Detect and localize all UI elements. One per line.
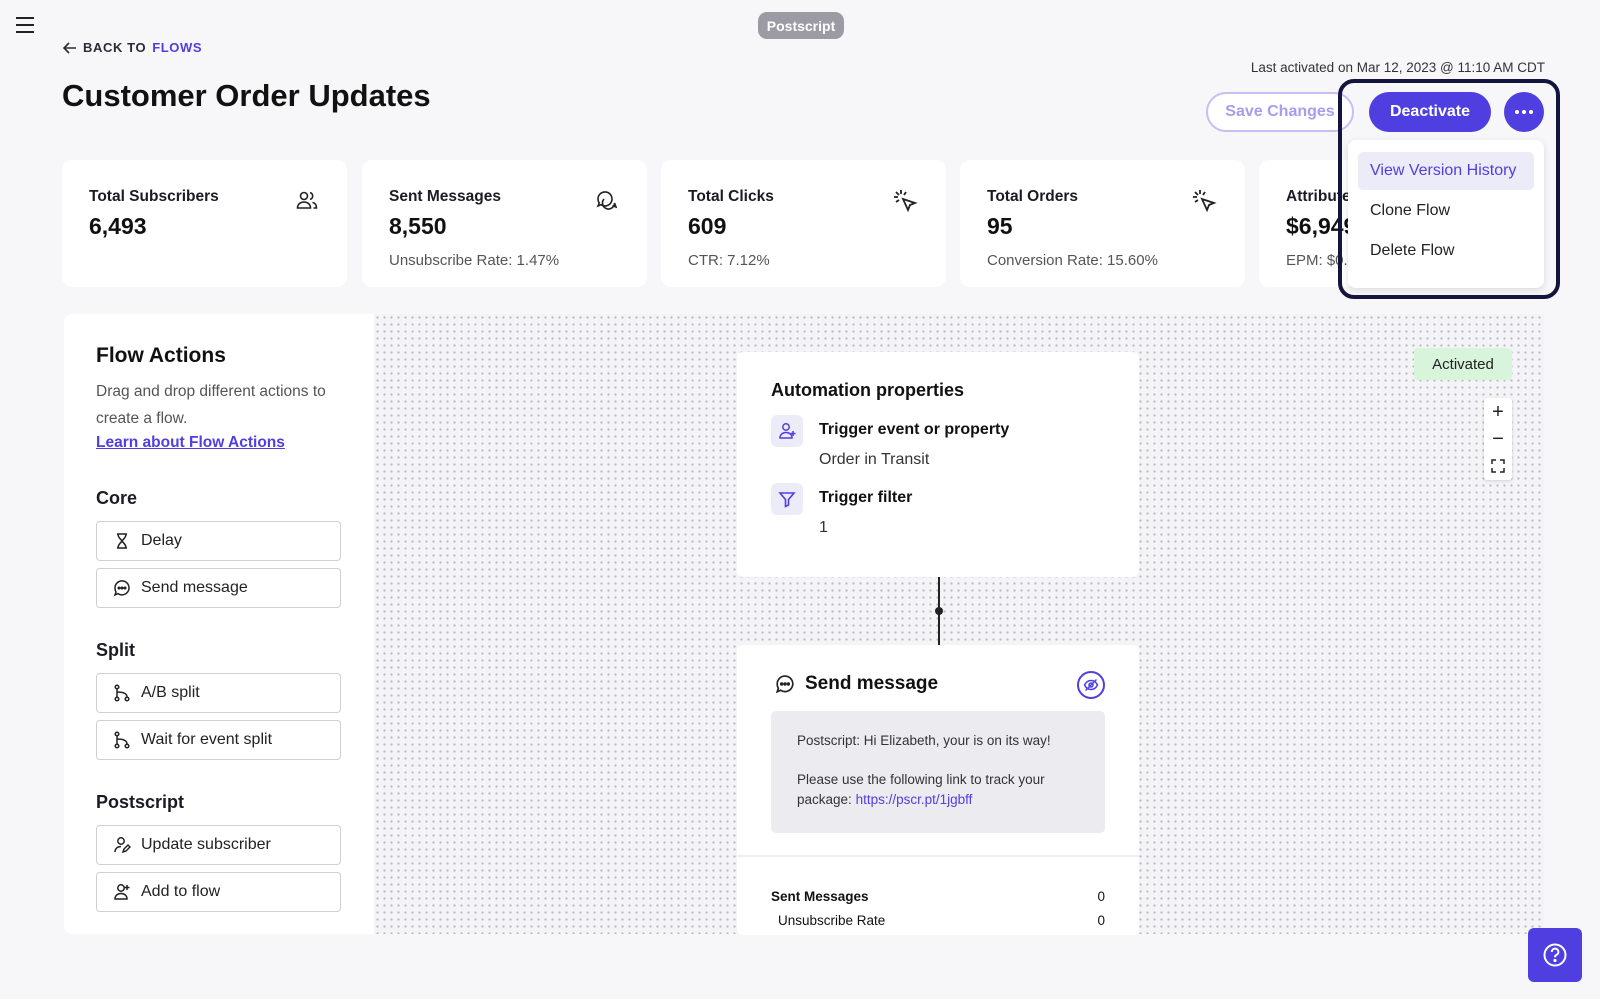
ellipsis-icon: [1515, 110, 1533, 114]
chat-bubbles-icon: [595, 188, 619, 212]
stat-row-value: 0: [1097, 889, 1105, 904]
card-divider: [737, 855, 1139, 857]
cursor-click-icon: [1191, 188, 1217, 214]
send-message-title: Send message: [805, 673, 939, 694]
user-plus-icon: [771, 415, 803, 447]
stat-row-sent-messages: Sent Messages 0: [771, 889, 1105, 904]
trigger-event-value: Order in Transit: [819, 451, 930, 468]
user-add-icon: [113, 883, 131, 901]
user-edit-icon: [113, 836, 131, 854]
message-line-2-wrap: Please use the following link to track y…: [797, 770, 1079, 810]
stat-value: 6,493: [89, 213, 147, 239]
stat-row-label: Unsubscribe Rate: [778, 913, 886, 928]
action-label: Add to flow: [141, 883, 221, 900]
eye-off-icon[interactable]: [1077, 671, 1105, 699]
trigger-filter-row: Trigger filter 1: [771, 483, 1105, 537]
menu-item-delete-flow[interactable]: Delete Flow: [1358, 232, 1534, 270]
panel-title: Flow Actions: [96, 344, 226, 367]
message-preview: Postscript: Hi Elizabeth, your is on its…: [771, 711, 1105, 833]
send-message-header: Send message: [775, 673, 938, 695]
stat-value: 8,550: [389, 213, 447, 239]
deactivate-button[interactable]: Deactivate: [1369, 92, 1491, 132]
save-changes-button[interactable]: Save Changes: [1206, 92, 1354, 132]
action-ab-split[interactable]: A/B split: [96, 673, 341, 713]
stat-sub: Conversion Rate: 15.60%: [987, 252, 1158, 269]
hamburger-menu-icon[interactable]: [14, 14, 38, 36]
filter-icon: [771, 483, 803, 515]
message-line-1: Postscript: Hi Elizabeth, your is on its…: [797, 733, 1051, 748]
stat-label: Total Subscribers: [89, 188, 219, 205]
trigger-filter-value: 1: [819, 519, 828, 536]
action-add-to-flow[interactable]: Add to flow: [96, 872, 341, 912]
panel-description: Drag and drop different actions to creat…: [96, 383, 326, 427]
learn-flow-actions-link[interactable]: Learn about Flow Actions: [96, 434, 285, 452]
section-split-title: Split: [96, 640, 135, 660]
flow-connector-node[interactable]: [935, 607, 943, 615]
stat-row-unsubscribe-rate: Unsubscribe Rate 0: [771, 913, 1105, 928]
last-activated-text: Last activated on Mar 12, 2023 @ 11:10 A…: [1250, 60, 1545, 75]
stat-sub: CTR: 7.12%: [688, 252, 770, 269]
action-label: Wait for event split: [141, 731, 273, 748]
section-core-title: Core: [96, 488, 138, 508]
action-label: Send message: [141, 579, 248, 596]
chat-bubble-icon: [113, 579, 131, 597]
stat-card-sent-messages: Sent Messages 8,550 Unsubscribe Rate: 1.…: [362, 160, 647, 287]
page-title: Customer Order Updates: [62, 78, 431, 113]
stat-sub: Unsubscribe Rate: 1.47%: [389, 252, 560, 269]
send-message-card[interactable]: Send message Postscript: Hi Elizabeth, y…: [737, 645, 1139, 935]
status-badge: Activated: [1414, 348, 1512, 380]
arrow-left-icon: [63, 41, 77, 54]
hourglass-icon: [113, 532, 131, 550]
action-wait-for-event-split[interactable]: Wait for event split: [96, 720, 341, 760]
trigger-event-row: Trigger event or property Order in Trans…: [771, 415, 1105, 469]
stat-sub: EPM: $0.8: [1286, 252, 1355, 269]
automation-title: Automation properties: [771, 380, 965, 400]
stat-row-label: Sent Messages: [771, 889, 869, 904]
cursor-click-icon: [892, 188, 918, 214]
fit-view-icon[interactable]: [1484, 453, 1512, 479]
trigger-filter-label: Trigger filter: [819, 489, 913, 506]
trigger-event-label: Trigger event or property: [819, 421, 1010, 438]
section-postscript-title: Postscript: [96, 792, 185, 812]
stat-card-total-orders: Total Orders 95 Conversion Rate: 15.60%: [960, 160, 1245, 287]
action-update-subscriber[interactable]: Update subscriber: [96, 825, 341, 865]
more-options-button[interactable]: [1504, 92, 1544, 132]
split-icon: [113, 731, 131, 749]
back-prefix: BACK TO: [83, 40, 147, 55]
more-options-menu: View Version History Clone Flow Delete F…: [1348, 140, 1544, 288]
split-icon: [113, 684, 131, 702]
zoom-out-button[interactable]: −: [1484, 426, 1512, 452]
stat-label: Total Clicks: [688, 188, 774, 205]
help-button[interactable]: [1528, 928, 1582, 982]
automation-properties-card[interactable]: Automation properties Trigger event or p…: [737, 352, 1139, 577]
back-to-flows-link[interactable]: BACK TO FLOWS: [63, 40, 202, 55]
action-label: Delay: [141, 532, 182, 549]
action-send-message[interactable]: Send message: [96, 568, 341, 608]
action-label: A/B split: [141, 684, 200, 701]
stat-card-total-clicks: Total Clicks 609 CTR: 7.12%: [661, 160, 946, 287]
users-icon: [295, 188, 319, 212]
menu-item-clone-flow[interactable]: Clone Flow: [1358, 192, 1534, 230]
stat-label: Sent Messages: [389, 188, 501, 205]
stat-label: Total Orders: [987, 188, 1079, 205]
flow-actions-panel: Flow Actions Drag and drop different act…: [64, 314, 374, 934]
stat-value: 95: [987, 213, 1013, 239]
question-mark-icon: [1542, 942, 1568, 968]
action-label: Update subscriber: [141, 836, 271, 853]
action-delay[interactable]: Delay: [96, 521, 341, 561]
stat-value: $6,949: [1286, 213, 1355, 239]
stat-label: Attribute: [1286, 188, 1351, 205]
stat-card-attributed: Attribute $6,949 EPM: $0.8: [1259, 160, 1355, 287]
tracking-link[interactable]: https://pscr.pt/1jgbff: [856, 792, 973, 807]
chat-bubble-icon: [775, 674, 795, 694]
brand-badge: Postscript: [758, 12, 844, 39]
zoom-controls: + −: [1484, 398, 1512, 480]
stat-value: 609: [688, 213, 727, 239]
menu-item-view-version-history[interactable]: View Version History: [1358, 152, 1534, 190]
back-target: FLOWS: [152, 40, 203, 55]
zoom-in-button[interactable]: +: [1484, 399, 1512, 425]
stat-row-value: 0: [1097, 913, 1105, 928]
stat-card-subscribers: Total Subscribers 6,493: [62, 160, 347, 287]
